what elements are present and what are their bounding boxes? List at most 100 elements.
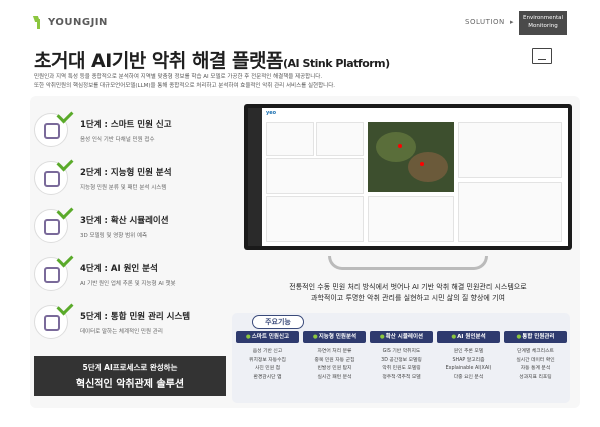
desc-line-2: 또한 악취민원의 핵심정보를 대규모언어모델(LLM)을 통해 종합적으로 처리…: [34, 83, 336, 89]
title-english: (AI Stink Platform): [283, 57, 390, 70]
feature-body: GIS 기반 악취지도 3D 공간정보 모델링 악취 민원도 모델링 정주적·역…: [370, 348, 433, 382]
dashboard-panel: [266, 196, 364, 242]
feature-card: ●AI 원인분석 원인 추론 모델 SHAP 알고리즘 Explainable …: [437, 331, 500, 382]
feature-line: 음성 기반 신고: [252, 349, 283, 354]
feature-line: 중복 민원 자동 군집: [314, 357, 355, 363]
environmental-monitoring-badge: Environmental Monitoring: [519, 11, 567, 35]
feature-card: ●지능형 민원분석 자연어 처리 분류 중복 민원 자동 군집 빈발성 민원 탐…: [303, 331, 366, 382]
feature-line: 성과지표 리포팅: [519, 374, 552, 380]
step-title: 4단계 : AI 원인 분석: [80, 263, 158, 274]
key-features-title: 주요기능: [252, 315, 304, 329]
dashboard-panel: [458, 122, 562, 178]
feature-body: 음성 기반 신고 위치정보 자동수집 사진 민원 첨 환경감시단 앱: [236, 348, 299, 382]
step-1-icon: [34, 106, 74, 147]
feature-card: ●스마트 민원신고 음성 기반 신고 위치정보 자동수집 사진 민원 첨 환경감…: [236, 331, 299, 382]
feature-list: ●스마트 민원신고 음성 기반 신고 위치정보 자동수집 사진 민원 첨 환경감…: [236, 331, 567, 382]
dashboard-desc-line-1: 전통적인 수동 민원 처리 방식에서 벗어나 AI 기반 악취 해결 민원관리 …: [289, 283, 527, 291]
feature-head: ●스마트 민원신고: [236, 331, 299, 343]
monitor-stand: [328, 250, 488, 274]
feature-title: AI 원인분석: [457, 334, 486, 340]
feature-title: 지능형 민원분석: [318, 334, 357, 340]
map-marker-icon: [398, 144, 402, 148]
feature-line: 원인 추론 모델: [453, 349, 484, 354]
feature-line: 악취 민원도 모델링: [382, 366, 421, 371]
solution-label: SOLUTION: [465, 18, 505, 26]
logo-text: YOUNGJIN: [48, 17, 108, 28]
dashboard-panel: [458, 182, 562, 242]
feature-title: 통합 민원관리: [522, 334, 555, 340]
step-subtitle: 3D 모델링 및 영향 범위 예측: [80, 232, 148, 239]
dashboard-logo: yeo: [266, 110, 277, 116]
feature-card: ●확산 시뮬레이션 GIS 기반 악취지도 3D 공간정보 모델링 악취 민원도…: [370, 331, 433, 382]
feature-title: 확산 시뮬레이션: [385, 334, 424, 340]
step-title: 2단계 : 지능형 민원 분석: [80, 167, 172, 178]
feature-line: 다중 요인 분석: [453, 374, 484, 380]
monitor-icon: [532, 48, 552, 64]
step-title: 5단계 : 통합 민원 관리 시스템: [80, 311, 191, 322]
checkmark-icon: [56, 250, 74, 268]
checkmark-icon: [56, 298, 74, 316]
dashboard-panel: [368, 196, 454, 242]
step-item: 5단계 : 통합 민원 관리 시스템데이터로 말하는 체계적인 민원 관리: [34, 298, 224, 346]
dashboard-monitor: yeo: [244, 104, 572, 284]
feature-head: ●확산 시뮬레이션: [370, 331, 433, 343]
feature-line: 자연어 처리 분류: [317, 349, 352, 354]
feature-line: 환경감시단 앱: [253, 374, 282, 380]
step-title: 3단계 : 확산 시뮬레이션: [80, 215, 169, 226]
feature-line: 위치정보 자동수집: [249, 357, 286, 363]
step-4-icon: [34, 250, 74, 291]
dashboard-desc-line-2: 과학적이고 투명한 악취 관리를 실현하고 시민 삶의 질 향상에 기여: [311, 294, 505, 302]
step-subtitle: 데이터로 말하는 체계적인 민원 관리: [80, 328, 163, 335]
monitor-screen: yeo: [244, 104, 572, 250]
feature-line: 단계별 체크리스트: [517, 349, 554, 354]
feature-line: 3D 공간정보 모델링: [381, 357, 422, 363]
step-item: 2단계 : 지능형 민원 분석지능형 민원 분류 및 패턴 분석 시스템: [34, 154, 224, 202]
arrow-right-icon: ▸: [510, 18, 514, 26]
company-logo: YOUNGJIN: [34, 16, 108, 29]
process-steps: 1단계 : 스마트 민원 신고음성 인식 기반 다채널 민원 접수 2단계 : …: [34, 106, 224, 346]
step-item: 3단계 : 확산 시뮬레이션 3D 모델링 및 영향 범위 예측: [34, 202, 224, 250]
feature-line: 실시간 패턴 분석: [317, 374, 352, 380]
feature-line: Explainable AI(XAI): [445, 366, 492, 371]
step-3-icon: [34, 202, 74, 243]
feature-line: SHAP 알고리즘: [452, 357, 485, 363]
dashboard-screenshot: yeo: [248, 108, 568, 246]
feature-line: 자동 통계 분석: [520, 366, 551, 371]
feature-body: 단계별 체크리스트 실시간 데이터 확인 자동 통계 분석 성과지표 리포팅: [504, 348, 567, 382]
dashboard-map: [368, 122, 454, 192]
summary-line-1: 5단계 AI프로세스로 완성하는: [82, 363, 178, 372]
feature-line: 정주적·역추적 모델: [382, 374, 421, 380]
badge-line-2: Monitoring: [528, 23, 558, 29]
step-subtitle: AI 기반 원인 업체 추론 및 지능형 AI 챗봇: [80, 280, 176, 287]
checkmark-icon: [56, 202, 74, 220]
page-title: 초거대 AI기반 악취 해결 플랫폼(AI Stink Platform): [34, 46, 390, 73]
page-description: 민원인과 지역 특성 등을 종합적으로 분석하여 지역별 맞춤형 정보를 학습 …: [34, 73, 554, 91]
feature-head: ●AI 원인분석: [437, 331, 500, 343]
feature-head: ●지능형 민원분석: [303, 331, 366, 343]
step-item: 1단계 : 스마트 민원 신고음성 인식 기반 다채널 민원 접수: [34, 106, 224, 154]
dashboard-description: 전통적인 수동 민원 처리 방식에서 벗어나 AI 기반 악취 해결 민원관리 …: [250, 282, 566, 304]
feature-line: 사진 민원 첨: [254, 366, 281, 371]
step-title: 1단계 : 스마트 민원 신고: [80, 119, 172, 130]
step-5-icon: [34, 298, 74, 339]
dashboard-panel: [316, 122, 364, 156]
feature-line: 실시간 데이터 확인: [516, 357, 555, 363]
feature-line: GIS 기반 악취지도: [382, 349, 421, 354]
feature-title: 스마트 민원신고: [251, 334, 290, 340]
title-korean: 초거대 AI기반 악취 해결 플랫폼: [34, 50, 284, 72]
dashboard-panel: [266, 122, 314, 156]
summary-banner: 5단계 AI프로세스로 완성하는 혁신적인 악취관제 솔루션: [34, 356, 226, 396]
step-2-icon: [34, 154, 74, 195]
feature-line: 빈발성 민원 탐지: [317, 366, 352, 371]
feature-head: ●통합 민원관리: [504, 331, 567, 343]
step-item: 4단계 : AI 원인 분석 AI 기반 원인 업체 추론 및 지능형 AI 챗봇: [34, 250, 224, 298]
feature-card: ●통합 민원관리 단계별 체크리스트 실시간 데이터 확인 자동 통계 분석 성…: [504, 331, 567, 382]
step-subtitle: 음성 인식 기반 다채널 민원 접수: [80, 136, 155, 143]
dashboard-sidebar: [248, 108, 262, 246]
step-subtitle: 지능형 민원 분류 및 패턴 분석 시스템: [80, 184, 167, 191]
map-marker-icon: [420, 162, 424, 166]
checkmark-icon: [56, 154, 74, 172]
dashboard-panel: [266, 158, 364, 194]
logo-mark-icon: [34, 16, 44, 29]
badge-line-1: Environmental: [522, 15, 564, 21]
